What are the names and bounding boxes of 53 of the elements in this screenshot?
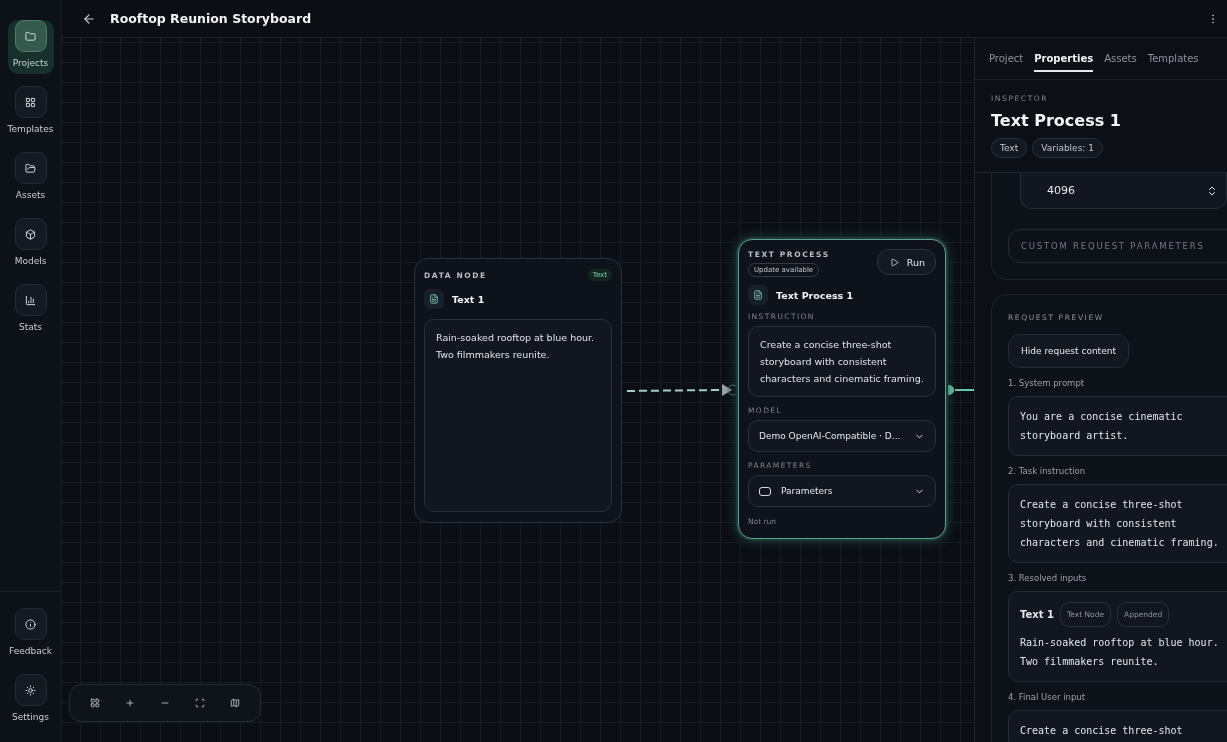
- panel-tab[interactable]: Project: [989, 45, 1024, 72]
- section-label: 1. System prompt: [1008, 378, 1086, 388]
- info-chip: Text: [991, 138, 1028, 158]
- folder-icon: [25, 30, 36, 42]
- info-icon: [25, 618, 36, 630]
- project-title: Rooftop Reunion Storyboard: [110, 11, 313, 26]
- node-title: Text Process 1: [776, 289, 854, 301]
- section-label: 3. Resolved inputs: [1008, 573, 1088, 583]
- sidebar-item[interactable]: Stats: [7, 284, 54, 338]
- info-chip: Variables: 1: [1032, 138, 1103, 158]
- node-title: Text 1: [452, 293, 485, 305]
- section-label: 2. Task instruction: [1008, 466, 1087, 476]
- sidebar-item[interactable]: Settings: [7, 674, 54, 728]
- text-content-field[interactable]: Rain-soaked rooftop at blue hour. Two filmmakers reunite.: [424, 319, 612, 512]
- stepper-icon[interactable]: [1206, 184, 1218, 197]
- hide-content-button[interactable]: Hide request content: [1008, 334, 1129, 368]
- inspector-title: Text Process 1: [991, 111, 1122, 130]
- parameters-select[interactable]: Parameters: [748, 475, 936, 507]
- prompt-text: You are a concise cinematic storyboard artist.: [1008, 396, 1227, 456]
- connection-line: [954, 389, 974, 391]
- process-node[interactable]: [738, 239, 946, 539]
- prompt-text: Create a concise three-shot storyboard with consistent characters and cinematic framing.: [1008, 484, 1227, 563]
- cube-icon: [25, 228, 36, 240]
- fit-view-icon: [195, 698, 205, 708]
- input-name: Text 1: [1020, 608, 1054, 622]
- document-icon: [753, 290, 763, 300]
- panel-tab[interactable]: Templates: [1147, 45, 1199, 72]
- rectangle-icon: [759, 486, 771, 496]
- panel-tab[interactable]: Properties: [1034, 45, 1094, 72]
- zoom-in-icon: [125, 698, 135, 708]
- grid-icon: [25, 96, 36, 108]
- run-button[interactable]: Run: [876, 249, 936, 275]
- prompt-text: Create a concise three-shot: [1008, 710, 1227, 742]
- play-icon: [889, 257, 899, 267]
- grid-icon: [90, 698, 100, 708]
- sidebar-item[interactable]: Models: [7, 218, 54, 272]
- sidebar-item[interactable]: Templates: [7, 86, 54, 140]
- instruction-field[interactable]: Create a concise three-shot storyboard with consistent characters and cinematic framing.: [748, 326, 936, 397]
- document-icon: [429, 294, 439, 304]
- sidebar-item[interactable]: Projects: [7, 20, 54, 74]
- max-tokens-field[interactable]: 4096: [1020, 173, 1227, 209]
- panel-tab[interactable]: Assets: [1104, 45, 1137, 72]
- sun-icon: [25, 684, 36, 696]
- folder-icon: [25, 162, 36, 174]
- sidebar-item[interactable]: Assets: [7, 152, 54, 206]
- sidebar-item[interactable]: Feedback: [7, 608, 54, 662]
- bar-chart-icon: [25, 294, 36, 306]
- back-icon[interactable]: [82, 11, 96, 26]
- input-content: Rain-soaked rooftop at blue hour. Two filmmakers reunite.: [1020, 636, 1220, 669]
- custom-parameters-field[interactable]: CUSTOM REQUEST PARAMETERS: [1008, 229, 1227, 263]
- section-label: 4. Final User input: [1008, 692, 1087, 702]
- map-icon: [230, 698, 240, 708]
- model-select[interactable]: Demo OpenAI-Compatible · D...: [748, 420, 936, 452]
